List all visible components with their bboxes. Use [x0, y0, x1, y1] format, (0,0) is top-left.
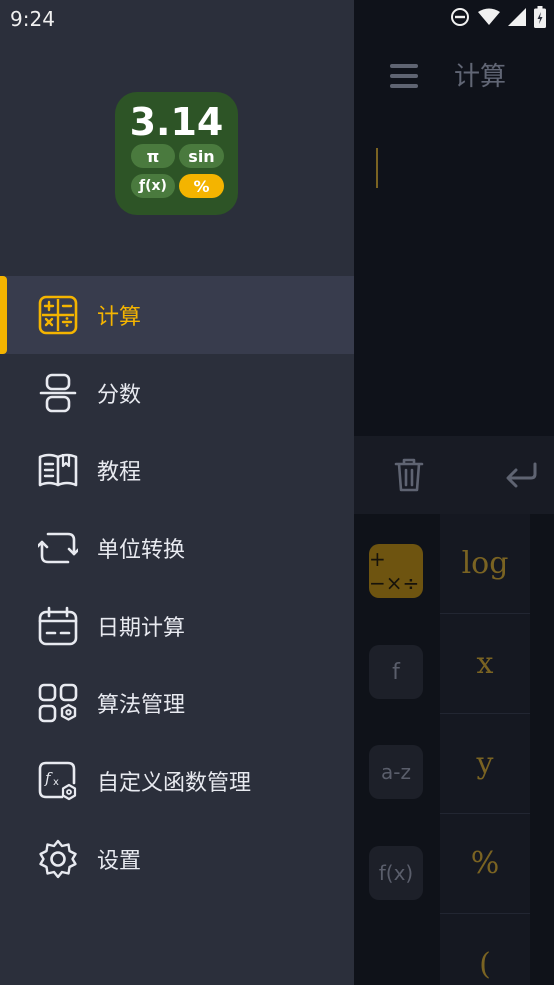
- custom-function-icon: f x: [38, 761, 77, 801]
- navigation-drawer: 3.14 π sin ƒ(x) % 计算 分数 教程 单位转换 日期计算 算法管…: [0, 0, 354, 985]
- gear-icon: [39, 839, 77, 878]
- fraction-icon: [39, 373, 77, 412]
- drawer-item-label: 计算: [97, 304, 142, 330]
- svg-text:x: x: [53, 777, 59, 788]
- function-key[interactable]: f: [369, 645, 423, 699]
- variables-key[interactable]: a-z: [369, 745, 423, 799]
- drawer-item-label: 日期计算: [97, 615, 186, 641]
- custom-function-key[interactable]: f(x): [369, 846, 423, 900]
- paren-key[interactable]: (: [440, 914, 530, 985]
- drawer-item-settings[interactable]: 设置: [0, 820, 354, 898]
- convert-icon: [38, 532, 78, 564]
- drawer-item-fraction[interactable]: 分数: [0, 354, 354, 432]
- calendar-icon: [38, 606, 78, 645]
- y-key[interactable]: y: [440, 714, 530, 814]
- drawer-menu: 计算 分数 教程 单位转换 日期计算 算法管理 f x 自定义函数管理 设置: [0, 276, 354, 898]
- drawer-item-label: 算法管理: [97, 693, 186, 719]
- trash-icon[interactable]: [392, 456, 426, 494]
- enter-icon[interactable]: [503, 460, 539, 490]
- logo-pill-fx: ƒ(x): [131, 174, 175, 198]
- operators-key[interactable]: +−×÷: [369, 544, 423, 598]
- battery-icon: [534, 6, 546, 28]
- menu-icon[interactable]: [388, 60, 420, 92]
- algorithm-icon: [38, 683, 78, 723]
- drawer-item-algorithm[interactable]: 算法管理: [0, 664, 354, 742]
- log-key[interactable]: log: [440, 514, 530, 614]
- logo-number: 3.14: [129, 100, 224, 144]
- drawer-item-calculate[interactable]: 计算: [0, 276, 354, 354]
- logo-pill-percent: %: [179, 174, 224, 198]
- logo-pill-pi: π: [131, 144, 175, 168]
- input-caret: [376, 148, 378, 188]
- signal-icon: [508, 8, 526, 26]
- drawer-item-label: 设置: [97, 848, 142, 874]
- drawer-item-label: 自定义函数管理: [97, 770, 252, 796]
- drawer-item-label: 单位转换: [97, 537, 186, 563]
- calculator-icon: [38, 295, 78, 335]
- x-key[interactable]: x: [440, 614, 530, 714]
- page-title: 计算: [454, 62, 507, 92]
- drawer-item-unit-convert[interactable]: 单位转换: [0, 509, 354, 587]
- logo-pill-sin: sin: [179, 144, 224, 168]
- wifi-icon: [478, 8, 500, 25]
- dnd-icon: [451, 8, 469, 26]
- book-icon: [38, 453, 78, 487]
- drawer-item-date-calc[interactable]: 日期计算: [0, 587, 354, 665]
- app-logo: 3.14 π sin ƒ(x) %: [115, 92, 238, 215]
- drawer-item-custom-function[interactable]: f x 自定义函数管理: [0, 742, 354, 820]
- drawer-item-label: 分数: [97, 382, 142, 408]
- percent-key[interactable]: %: [440, 814, 530, 914]
- status-time: 9:24: [10, 7, 55, 31]
- status-bar: 9:24: [0, 0, 554, 38]
- drawer-item-label: 教程: [97, 460, 142, 486]
- drawer-item-tutorial[interactable]: 教程: [0, 431, 354, 509]
- svg-text:f: f: [44, 769, 53, 787]
